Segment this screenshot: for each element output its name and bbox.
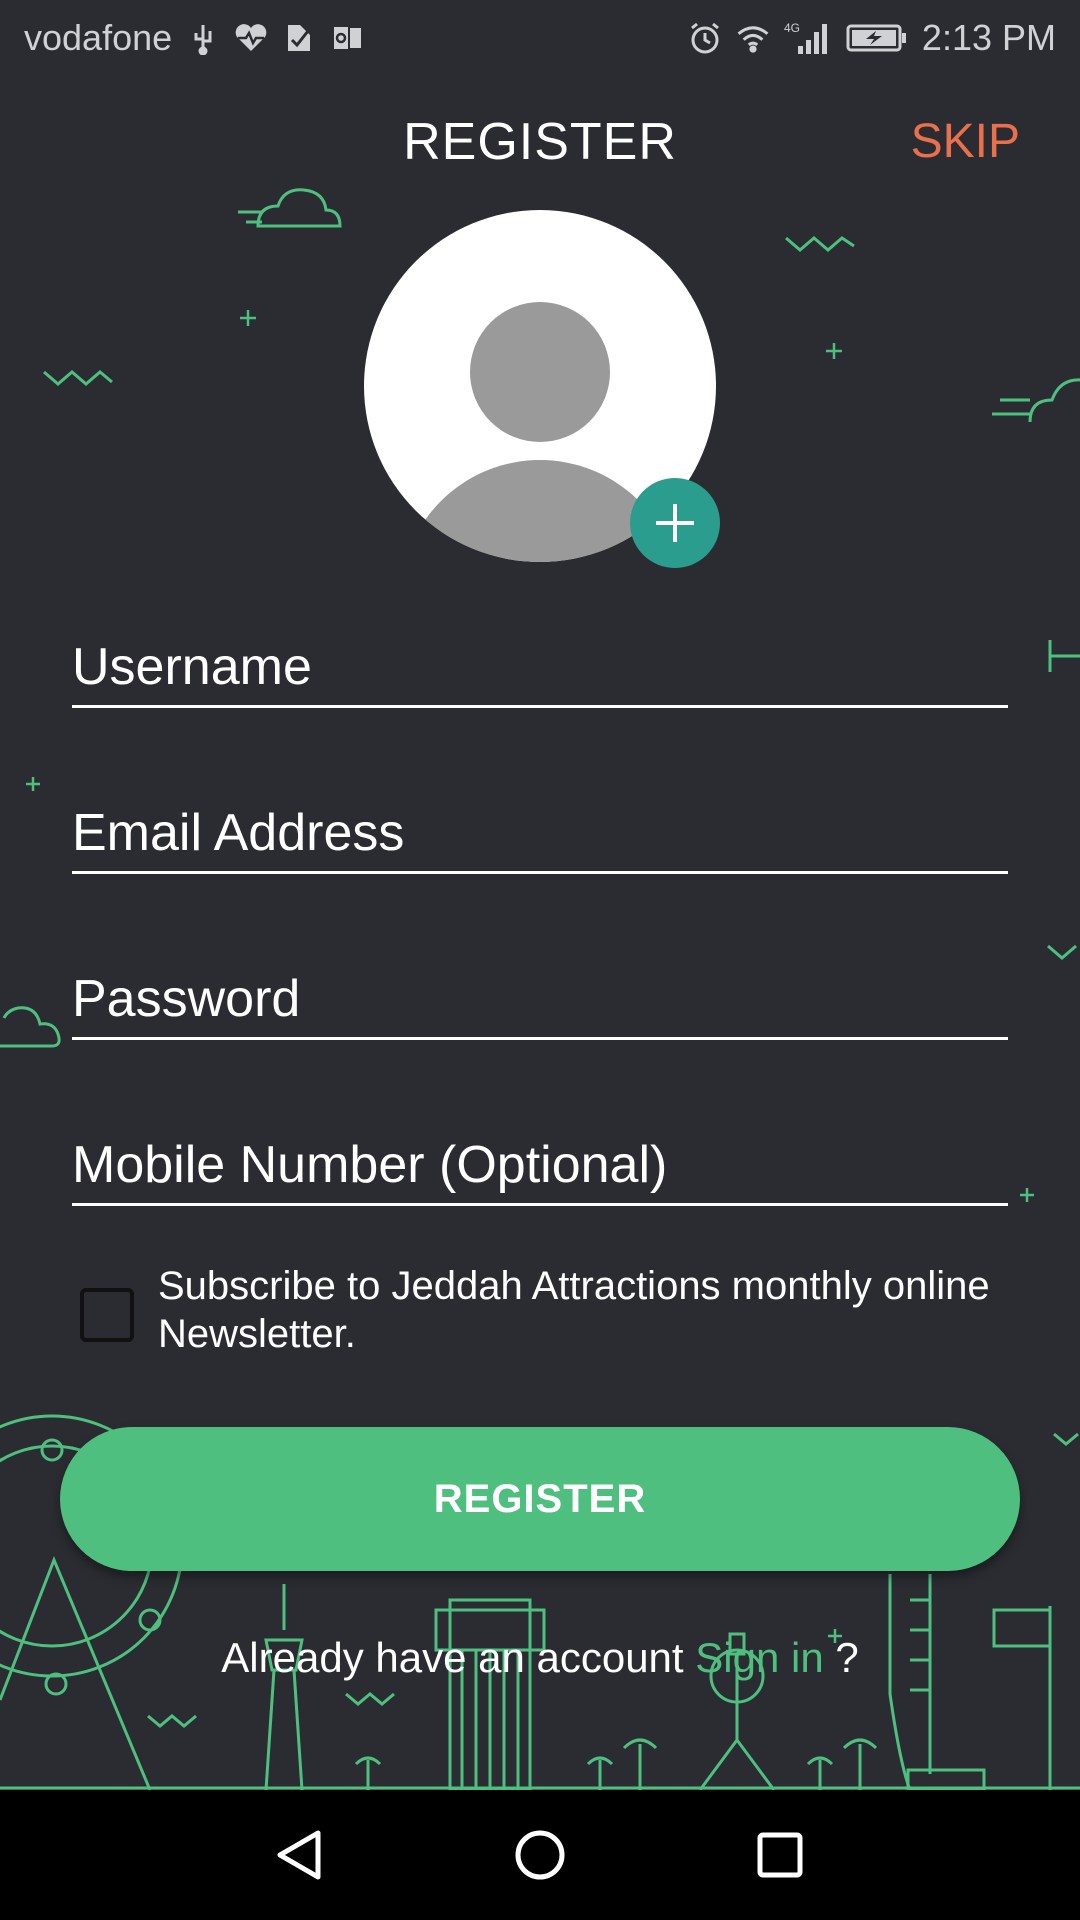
tower-illustration	[264, 1584, 304, 1790]
home-icon[interactable]	[495, 1810, 585, 1900]
status-left: vodafone	[24, 17, 364, 59]
cloud-icon	[0, 1006, 61, 1048]
health-icon	[234, 21, 268, 55]
signin-suffix: ?	[823, 1634, 859, 1681]
battery-charging-icon	[846, 21, 908, 55]
skyscraper-illustration	[434, 1598, 546, 1790]
usb-icon	[186, 21, 220, 55]
plus-icon	[656, 504, 694, 542]
profile-photo-picker[interactable]	[364, 210, 720, 568]
newsletter-checkbox[interactable]	[80, 1288, 134, 1342]
svg-text:4G: 4G	[784, 21, 800, 35]
clock-time: 2:13 PM	[921, 16, 1056, 58]
status-bar: vodafone 4G 2:13 PM	[0, 0, 1080, 75]
password-field[interactable]	[72, 940, 1008, 1037]
password-field-container	[72, 940, 1008, 1040]
mobile-field-container	[72, 1106, 1008, 1206]
username-field[interactable]	[72, 608, 1008, 705]
add-photo-button[interactable]	[630, 478, 720, 568]
header: REGISTER SKIP	[0, 100, 1080, 190]
zigzag-decoration	[1047, 944, 1077, 960]
back-icon[interactable]	[255, 1810, 345, 1900]
zigzag-decoration	[147, 1714, 197, 1728]
newsletter-option[interactable]: Subscribe to Jeddah Attractions monthly …	[80, 1262, 1020, 1358]
register-button[interactable]: REGISTER	[60, 1427, 1020, 1571]
signin-link[interactable]: Sign in	[695, 1634, 823, 1681]
skip-button[interactable]: SKIP	[911, 114, 1020, 169]
check-icon	[282, 21, 316, 55]
recents-icon[interactable]	[735, 1810, 825, 1900]
tower-building-illustration	[888, 1574, 986, 1790]
signin-prefix: Already have an account	[221, 1634, 696, 1681]
carrier-name: vodafone	[24, 16, 173, 58]
cloud-icon	[992, 378, 1080, 423]
mobile-field[interactable]	[72, 1106, 1008, 1203]
status-right: 4G 2:13 PM	[688, 17, 1056, 59]
zigzag-decoration	[785, 236, 855, 252]
signin-prompt: Already have an account Sign in ?	[0, 1634, 1080, 1682]
email-field[interactable]	[72, 774, 1008, 871]
signal-4g-icon: 4G	[784, 21, 832, 55]
navigation-bar	[0, 1790, 1080, 1920]
newsletter-label: Subscribe to Jeddah Attractions monthly …	[158, 1264, 990, 1356]
username-field-container	[72, 608, 1008, 708]
zigzag-decoration	[1053, 1432, 1079, 1446]
cloud-icon	[238, 188, 342, 228]
alarm-icon	[688, 21, 722, 55]
zigzag-decoration	[345, 1692, 395, 1706]
outlook-icon	[330, 21, 364, 55]
palm-tree-illustration	[354, 1738, 878, 1790]
email-field-container	[72, 774, 1008, 874]
avatar-head-shape	[470, 302, 610, 442]
wifi-icon	[736, 21, 770, 55]
zigzag-decoration	[43, 370, 113, 386]
